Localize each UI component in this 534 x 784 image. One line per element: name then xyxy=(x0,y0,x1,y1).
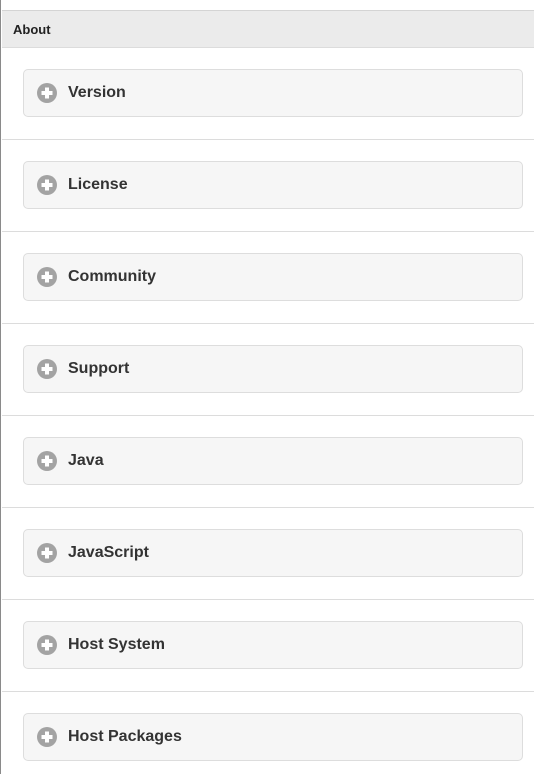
collapsible-label-version: Version xyxy=(68,84,126,101)
section-support: Support xyxy=(2,324,534,416)
collapsible-label-license: License xyxy=(68,176,128,193)
collapsible-license[interactable]: License xyxy=(23,161,523,209)
collapsible-java[interactable]: Java xyxy=(23,437,523,485)
plus-circle-icon xyxy=(37,451,57,471)
plus-circle-icon xyxy=(37,175,57,195)
plus-circle-icon xyxy=(37,727,57,747)
section-license: License xyxy=(2,140,534,232)
collapsible-label-support: Support xyxy=(68,360,130,377)
collapsible-support[interactable]: Support xyxy=(23,345,523,393)
collapsible-javascript[interactable]: JavaScript xyxy=(23,529,523,577)
plus-circle-icon xyxy=(37,635,57,655)
panel-header-about: About xyxy=(2,10,534,48)
plus-circle-icon xyxy=(37,83,57,103)
plus-circle-icon xyxy=(37,267,57,287)
plus-circle-icon xyxy=(37,543,57,563)
section-host-packages: Host Packages xyxy=(2,692,534,784)
section-java: Java xyxy=(2,416,534,508)
section-version: Version xyxy=(2,48,534,140)
section-community: Community xyxy=(2,232,534,324)
about-panel: About Version License Community Support … xyxy=(0,0,534,774)
section-javascript: JavaScript xyxy=(2,508,534,600)
collapsible-label-java: Java xyxy=(68,452,104,469)
plus-circle-icon xyxy=(37,359,57,379)
collapsible-community[interactable]: Community xyxy=(23,253,523,301)
collapsible-version[interactable]: Version xyxy=(23,69,523,117)
collapsible-label-community: Community xyxy=(68,268,156,285)
collapsible-label-host-system: Host System xyxy=(68,636,165,653)
collapsible-host-system[interactable]: Host System xyxy=(23,621,523,669)
collapsible-host-packages[interactable]: Host Packages xyxy=(23,713,523,761)
collapsible-label-host-packages: Host Packages xyxy=(68,728,182,745)
collapsible-label-javascript: JavaScript xyxy=(68,544,149,561)
section-host-system: Host System xyxy=(2,600,534,692)
